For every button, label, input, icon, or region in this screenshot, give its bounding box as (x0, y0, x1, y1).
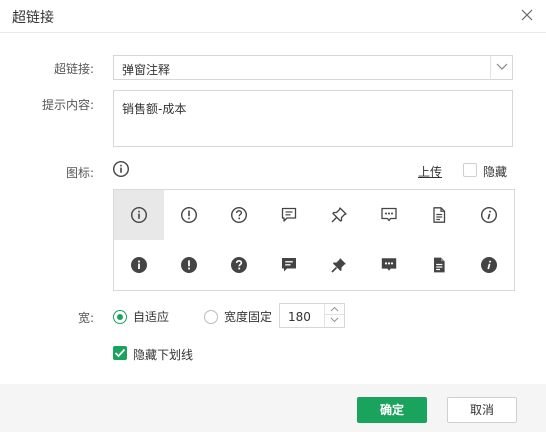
width-value: 180 (288, 310, 311, 324)
dialog-title: 超链接 (12, 10, 54, 26)
info-outline-icon (112, 160, 130, 178)
question-filled-icon[interactable] (214, 240, 264, 290)
upload-link[interactable]: 上传 (418, 163, 442, 180)
hyperlink-label: 超链接: (53, 62, 94, 76)
hyperlink-select-value: 弹窗注释 (122, 63, 171, 77)
width-label: 宽: (77, 311, 94, 325)
radio-fixed-width-label: 宽度固定 (224, 310, 273, 324)
cancel-button[interactable]: 取消 (447, 397, 517, 423)
ok-button[interactable]: 确定 (357, 397, 427, 423)
radio-auto-width-label: 自适应 (133, 310, 170, 324)
close-icon[interactable] (518, 6, 536, 24)
info-outline-icon[interactable] (114, 190, 164, 240)
stepper-buttons (324, 304, 344, 327)
document-filled-icon[interactable] (414, 240, 464, 290)
tooltip-textarea[interactable]: 销售额-成本 (113, 90, 513, 147)
message-filled-icon[interactable] (264, 240, 314, 290)
pin-filled-icon[interactable] (314, 240, 364, 290)
radio-auto-width[interactable] (113, 310, 127, 324)
icon-label: 图标: (65, 166, 94, 180)
dialog-footer: 确定 取消 (0, 384, 546, 432)
italic-info-filled-icon[interactable] (464, 240, 514, 290)
dialog-header: 超链接 (0, 0, 546, 33)
width-stepper[interactable]: 180 (279, 303, 345, 328)
radio-fixed-width[interactable] (204, 310, 218, 324)
info-filled-icon[interactable] (114, 240, 164, 290)
chat-dots-outline-icon[interactable] (364, 190, 414, 240)
hide-label: 隐藏 (483, 165, 508, 179)
italic-info-outline-icon[interactable] (464, 190, 514, 240)
hide-underline-checkbox[interactable] (113, 346, 127, 360)
hide-checkbox[interactable] (463, 163, 477, 177)
exclamation-filled-icon[interactable] (164, 240, 214, 290)
hyperlink-select[interactable]: 弹窗注释 (113, 55, 513, 80)
chat-dots-filled-icon[interactable] (364, 240, 414, 290)
chevron-down-icon[interactable] (325, 315, 344, 326)
chevron-up-icon[interactable] (325, 304, 344, 315)
icon-grid (113, 189, 515, 291)
pin-outline-icon[interactable] (314, 190, 364, 240)
document-outline-icon[interactable] (414, 190, 464, 240)
tooltip-label: 提示内容: (41, 98, 94, 112)
hide-underline-label: 隐藏下划线 (133, 348, 194, 362)
exclamation-outline-icon[interactable] (164, 190, 214, 240)
chevron-down-icon[interactable] (490, 56, 512, 79)
question-outline-icon[interactable] (214, 190, 264, 240)
message-outline-icon[interactable] (264, 190, 314, 240)
hyperlink-dialog: 超链接 超链接: 弹窗注释 提示内容: 销售额-成本 图标: 上传 隐藏 宽: … (0, 0, 546, 432)
